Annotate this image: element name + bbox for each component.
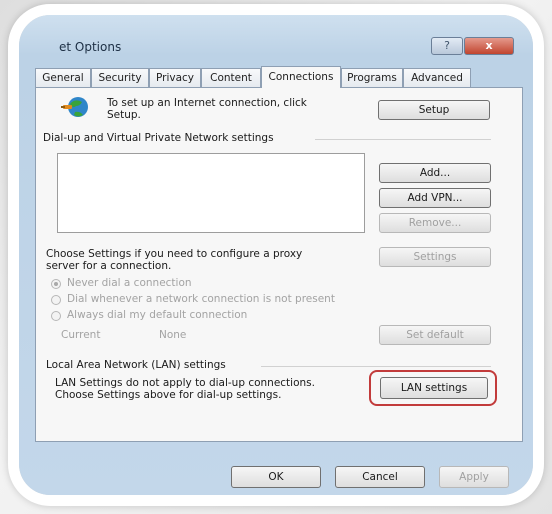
tab-connections[interactable]: Connections bbox=[261, 66, 341, 88]
add-button[interactable]: Add... bbox=[379, 163, 491, 183]
remove-button: Remove... bbox=[379, 213, 491, 233]
highlight-ring bbox=[369, 370, 497, 406]
tab-general[interactable]: General bbox=[35, 68, 91, 87]
add-vpn-button[interactable]: Add VPN... bbox=[379, 188, 491, 208]
lan-text-line2: Choose Settings above for dial-up settin… bbox=[55, 389, 282, 401]
radio-dial-whenever-label: Dial whenever a network connection is no… bbox=[67, 293, 335, 305]
current-label: Current bbox=[61, 329, 101, 341]
screenshot-frame: et Options ? x General Security Privacy … bbox=[8, 4, 544, 506]
help-button[interactable]: ? bbox=[431, 37, 463, 55]
tab-security[interactable]: Security bbox=[91, 68, 149, 87]
radio-never-dial-label: Never dial a connection bbox=[67, 277, 192, 289]
tab-content[interactable]: Content bbox=[201, 68, 261, 87]
proxy-text-line2: server for a connection. bbox=[46, 260, 172, 272]
tab-strip: General Security Privacy Content Connect… bbox=[35, 66, 525, 88]
setup-text-line2: Setup. bbox=[107, 109, 141, 121]
globe-network-icon bbox=[61, 97, 88, 117]
tab-programs[interactable]: Programs bbox=[341, 68, 403, 87]
set-default-button: Set default bbox=[379, 325, 491, 345]
ok-button[interactable]: OK bbox=[231, 466, 321, 488]
radio-dial-whenever bbox=[51, 295, 61, 305]
settings-button: Settings bbox=[379, 247, 491, 267]
internet-options-window: et Options ? x General Security Privacy … bbox=[19, 15, 533, 495]
current-value: None bbox=[159, 329, 187, 341]
close-button[interactable]: x bbox=[464, 37, 514, 55]
radio-never-dial bbox=[51, 279, 61, 289]
setup-button[interactable]: Setup bbox=[378, 100, 490, 120]
dialup-group-line bbox=[315, 139, 491, 140]
lan-group-label: Local Area Network (LAN) settings bbox=[46, 359, 226, 371]
connections-listbox[interactable] bbox=[57, 153, 365, 233]
cancel-button[interactable]: Cancel bbox=[335, 466, 425, 488]
radio-always-dial bbox=[51, 311, 61, 321]
dialup-group-label: Dial-up and Virtual Private Network sett… bbox=[43, 132, 274, 144]
window-title: et Options bbox=[59, 40, 122, 54]
radio-always-dial-label: Always dial my default connection bbox=[67, 309, 248, 321]
apply-button: Apply bbox=[439, 466, 509, 488]
lan-group-line bbox=[261, 366, 491, 367]
title-bar: et Options ? x bbox=[19, 15, 533, 63]
tab-advanced[interactable]: Advanced bbox=[403, 68, 471, 87]
tab-privacy[interactable]: Privacy bbox=[149, 68, 201, 87]
